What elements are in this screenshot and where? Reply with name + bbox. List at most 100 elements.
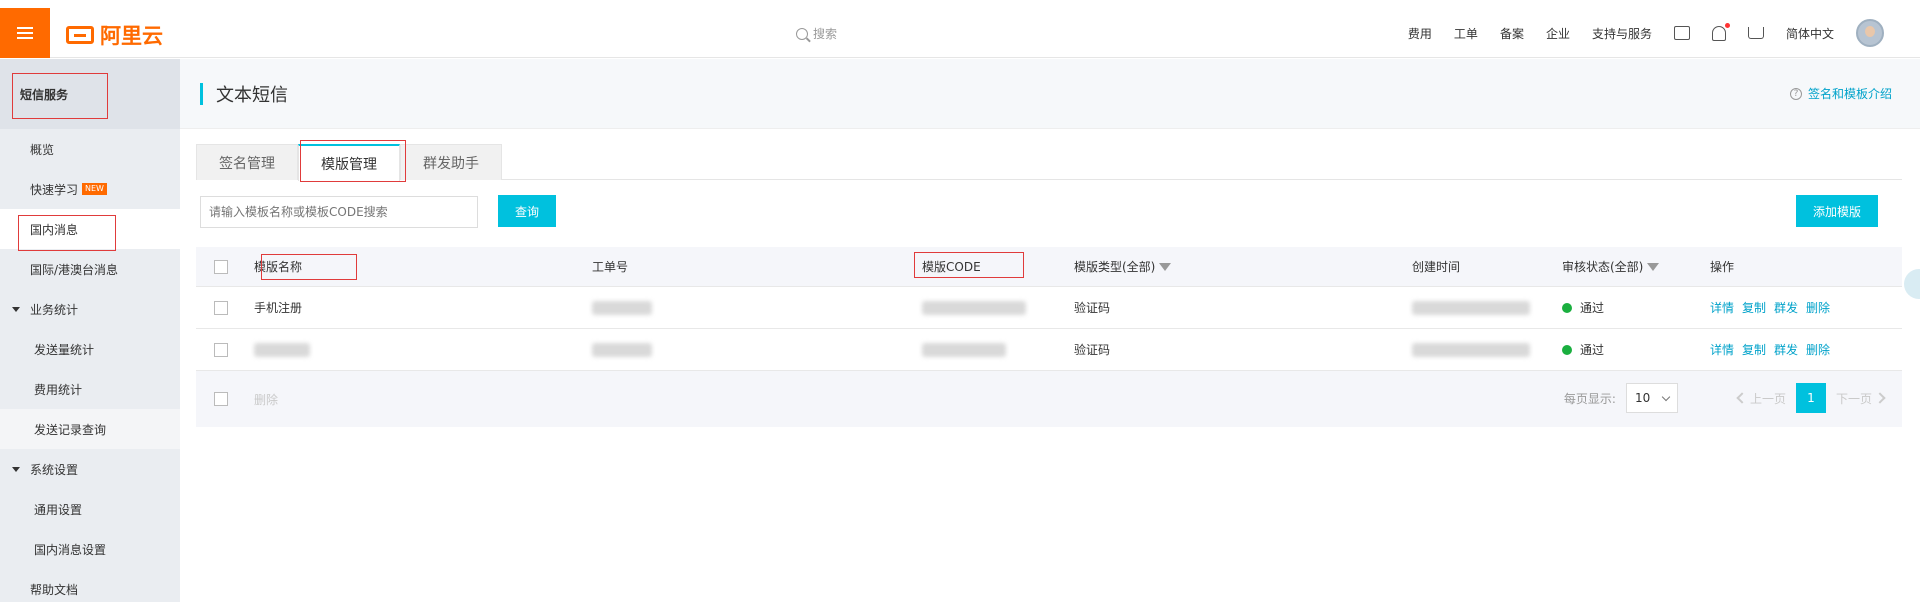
bulk-send-link[interactable]: 群发 <box>1774 299 1798 316</box>
add-template-button[interactable]: 添加模版 <box>1796 195 1878 227</box>
sidebar-item-domestic[interactable]: 国内消息 <box>0 209 180 249</box>
sidebar-item-overview[interactable]: 概览 <box>0 129 180 169</box>
page-title: 文本短信 <box>216 84 288 106</box>
col-template-code: 模版CODE <box>922 260 981 274</box>
sidebar-item-label: 快速学习 <box>30 182 79 197</box>
table-row: 验证码 通过 详情 复制 群发 删除 <box>196 329 1902 371</box>
nav-icp[interactable]: 备案 <box>1500 25 1524 42</box>
redacted-ticket <box>592 342 652 357</box>
prev-page-label: 上一页 <box>1749 391 1786 406</box>
nav-fees[interactable]: 费用 <box>1408 25 1432 42</box>
page-header: 文本短信 <box>180 59 1920 129</box>
sidebar-item-label: 通用设置 <box>34 502 83 517</box>
redacted-code <box>922 300 1026 315</box>
page-size-value: 10 <box>1634 391 1651 405</box>
sidebar-item-label: 国内消息设置 <box>34 542 107 557</box>
sidebar-item-label: 国际/港澳台消息 <box>30 262 119 277</box>
chevron-right-icon <box>1874 392 1886 404</box>
bulk-send-link[interactable]: 群发 <box>1774 341 1798 358</box>
title-accent-bar <box>200 82 203 105</box>
help-link[interactable]: ? 签名和模板介绍 <box>1789 85 1892 102</box>
redacted-time <box>1412 342 1530 357</box>
redacted-name <box>254 342 310 357</box>
floating-help-button[interactable] <box>1904 269 1920 299</box>
copy-link[interactable]: 复制 <box>1742 341 1766 358</box>
sidebar-group-settings[interactable]: 系统设置 <box>0 449 180 489</box>
prev-page-button[interactable]: 上一页 <box>1736 390 1786 407</box>
next-page-label: 下一页 <box>1835 391 1872 406</box>
tab-templates[interactable]: 模版管理 <box>298 144 400 181</box>
col-review-status-label: 审核状态(全部) <box>1562 260 1644 274</box>
sidebar-item-quick-learn[interactable]: 快速学习 NEW <box>0 169 180 209</box>
table-row: 手机注册 验证码 通过 详情 复制 群发 删除 <box>196 287 1902 329</box>
cell-status: 通过 <box>1580 343 1605 357</box>
sidebar-item-send-records[interactable]: 发送记录查询 <box>0 409 180 449</box>
col-ticket-no: 工单号 <box>592 260 629 274</box>
help-link-label: 签名和模板介绍 <box>1807 87 1892 101</box>
row-checkbox[interactable] <box>214 342 228 357</box>
current-page[interactable]: 1 <box>1795 383 1826 413</box>
redacted-time <box>1412 300 1530 315</box>
logo-text: 阿里云 <box>100 24 163 48</box>
tab-bulk-send[interactable]: 群发助手 <box>400 144 502 180</box>
footer-checkbox[interactable] <box>214 392 228 406</box>
menu-icon[interactable] <box>0 8 50 58</box>
col-template-type-label: 模版类型(全部) <box>1074 260 1156 274</box>
top-bar: 阿里云 搜索 费用 工单 备案 企业 支持与服务 简体中文 <box>0 8 1920 58</box>
sidebar-item-help[interactable]: 帮助文档 <box>0 569 180 609</box>
sidebar-item-general-settings[interactable]: 通用设置 <box>0 489 180 529</box>
detail-link[interactable]: 详情 <box>1710 299 1734 316</box>
nav-enterprise[interactable]: 企业 <box>1546 25 1570 42</box>
row-checkbox[interactable] <box>214 300 228 315</box>
bell-icon[interactable] <box>1711 22 1730 41</box>
cart-icon[interactable] <box>1747 27 1764 39</box>
sidebar-group-label: 系统设置 <box>30 462 79 477</box>
col-review-status[interactable]: 审核状态(全部) <box>1554 258 1702 275</box>
table-footer: 删除 每页显示: 10 上一页 1 下一页 <box>196 371 1902 427</box>
sidebar: 短信服务 概览 快速学习 NEW 国内消息 国际/港澳台消息 业务统计 发送量统… <box>0 59 180 602</box>
search-icon <box>796 27 808 40</box>
sidebar-item-domestic-settings[interactable]: 国内消息设置 <box>0 529 180 569</box>
col-created-time: 创建时间 <box>1412 260 1461 274</box>
avatar[interactable] <box>1856 19 1884 47</box>
redacted-ticket <box>592 300 652 315</box>
sidebar-item-send-stats[interactable]: 发送量统计 <box>0 329 180 369</box>
cell-status: 通过 <box>1580 301 1605 315</box>
filter-icon[interactable] <box>1647 262 1660 271</box>
top-nav: 费用 工单 备案 企业 支持与服务 简体中文 <box>1408 8 1884 58</box>
query-button[interactable]: 查询 <box>498 195 556 227</box>
language-switch[interactable]: 简体中文 <box>1786 25 1834 42</box>
sidebar-title[interactable]: 短信服务 <box>0 59 180 129</box>
caret-down-icon <box>12 466 20 472</box>
terminal-icon[interactable] <box>1673 26 1690 40</box>
next-page-button[interactable]: 下一页 <box>1835 390 1886 407</box>
col-template-type[interactable]: 模版类型(全部) <box>1066 258 1404 275</box>
sidebar-item-international[interactable]: 国际/港澳台消息 <box>0 249 180 289</box>
status-dot <box>1562 302 1572 313</box>
sidebar-item-label: 发送量统计 <box>34 342 95 357</box>
sidebar-item-fee-stats[interactable]: 费用统计 <box>0 369 180 409</box>
sidebar-group-stats[interactable]: 业务统计 <box>0 289 180 329</box>
page-size-select[interactable]: 10 <box>1625 383 1678 413</box>
search-placeholder: 搜索 <box>813 27 838 41</box>
cell-template-type: 验证码 <box>1074 301 1111 315</box>
select-all-checkbox[interactable] <box>214 259 228 274</box>
brand-logo[interactable]: 阿里云 <box>66 20 163 50</box>
detail-link[interactable]: 详情 <box>1710 341 1734 358</box>
sidebar-item-label: 费用统计 <box>34 382 83 397</box>
pagination: 每页显示: 10 上一页 1 下一页 <box>1564 383 1886 413</box>
tab-signatures[interactable]: 签名管理 <box>196 144 298 180</box>
template-search-input[interactable] <box>200 196 478 228</box>
bulk-delete-button[interactable]: 删除 <box>254 391 278 408</box>
cell-template-type: 验证码 <box>1074 343 1111 357</box>
tab-bar: 签名管理 模版管理 群发助手 <box>196 144 1902 181</box>
filter-icon[interactable] <box>1159 262 1172 271</box>
global-search[interactable]: 搜索 <box>796 25 837 42</box>
copy-link[interactable]: 复制 <box>1742 299 1766 316</box>
delete-link[interactable]: 删除 <box>1806 341 1830 358</box>
chevron-down-icon <box>1661 392 1671 401</box>
status-dot <box>1562 344 1572 355</box>
delete-link[interactable]: 删除 <box>1806 299 1830 316</box>
nav-tickets[interactable]: 工单 <box>1454 25 1478 42</box>
nav-support[interactable]: 支持与服务 <box>1592 25 1652 42</box>
